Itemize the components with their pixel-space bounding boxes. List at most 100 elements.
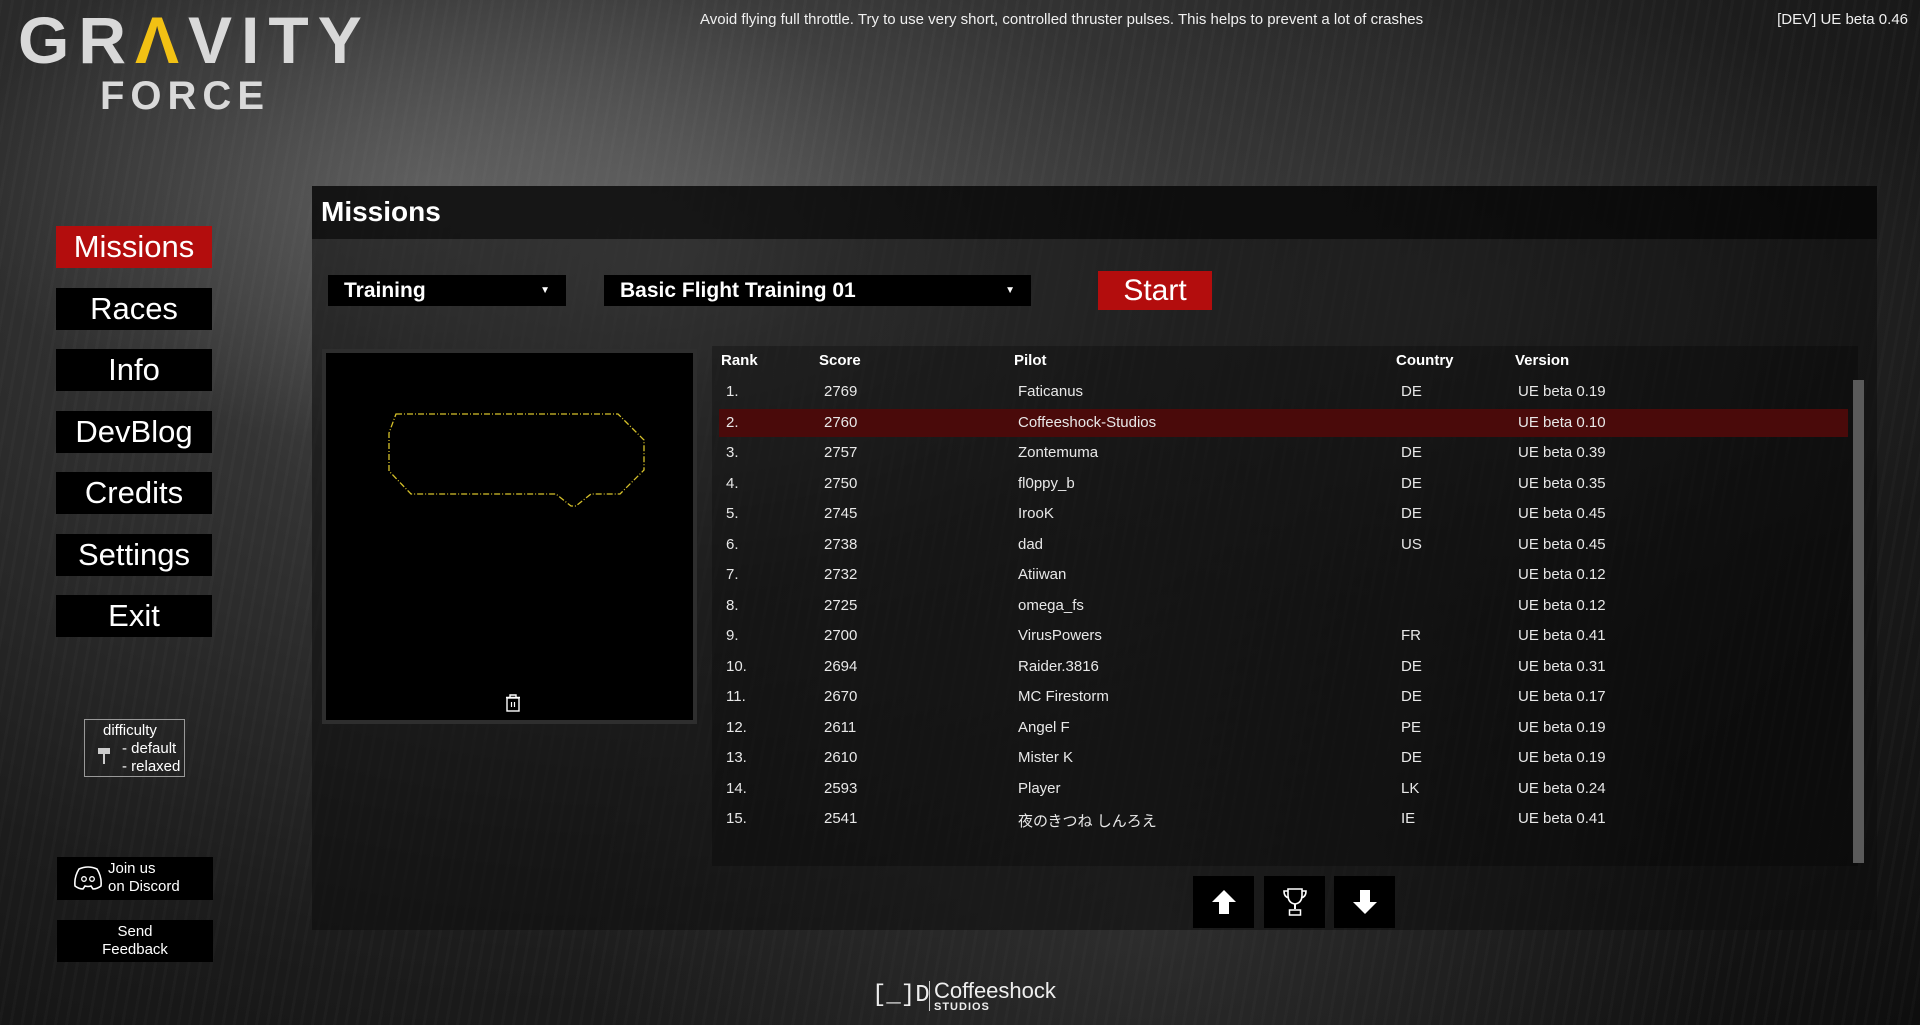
panel-header	[312, 186, 1877, 239]
studio-logo-divider	[929, 981, 930, 1011]
table-row[interactable]: 6. 2738 dad US UE beta 0.45	[719, 531, 1848, 559]
cell-pilot: Coffeeshock-Studios	[1018, 413, 1157, 431]
feedback-line2: Feedback	[102, 941, 168, 958]
cell-version: UE beta 0.35	[1518, 474, 1606, 492]
logo-a-glyph: Λ	[135, 3, 189, 77]
column-header-rank: Rank	[721, 352, 758, 369]
cell-pilot: Angel F	[1018, 718, 1070, 736]
cell-country: DE	[1401, 749, 1422, 766]
sidebar-item-settings[interactable]: Settings	[56, 533, 212, 576]
mission-dropdown[interactable]: Basic Flight Training 01 ▼	[604, 275, 1031, 306]
table-row[interactable]: 10. 2694 Raider.3816 DE UE beta 0.31	[719, 653, 1848, 681]
table-row[interactable]: 5. 2745 IrooK DE UE beta 0.45	[719, 500, 1848, 528]
cell-rank: 7.	[726, 566, 739, 583]
difficulty-toggle-stem	[103, 754, 105, 764]
cell-score: 2757	[824, 444, 858, 461]
table-row[interactable]: 7. 2732 Atiiwan UE beta 0.12	[719, 561, 1848, 589]
table-row[interactable]: 14. 2593 Player LK UE beta 0.24	[719, 775, 1848, 803]
cell-score: 2725	[824, 596, 858, 614]
scrollbar-thumb[interactable]	[1853, 380, 1864, 863]
cell-country: FR	[1401, 627, 1421, 644]
send-feedback-button[interactable]: Send Feedback	[57, 920, 213, 962]
cell-pilot: Faticanus	[1018, 383, 1084, 400]
cell-version: UE beta 0.19	[1518, 749, 1606, 766]
cell-score: 2732	[824, 566, 858, 583]
cell-country: DE	[1401, 444, 1422, 461]
cell-country: PE	[1401, 718, 1422, 736]
cell-pilot: VirusPowers	[1018, 627, 1102, 644]
table-row[interactable]: 13. 2610 Mister K DE UE beta 0.19	[719, 744, 1848, 772]
cell-country: IE	[1401, 810, 1416, 827]
sidebar-item-info[interactable]: Info	[56, 349, 212, 391]
hint-text: Avoid flying full throttle. Try to use v…	[700, 11, 1424, 28]
trophy-icon	[1282, 888, 1307, 916]
cell-country: US	[1401, 535, 1422, 553]
my-rank-button[interactable]	[1264, 876, 1325, 928]
sidebar-item-exit[interactable]: Exit	[56, 595, 212, 637]
cell-version: UE beta 0.12	[1518, 566, 1606, 583]
cell-score: 2769	[824, 383, 858, 400]
cell-version: UE beta 0.39	[1518, 444, 1606, 461]
cell-score: 2611	[824, 718, 857, 736]
scroll-down-button[interactable]	[1334, 876, 1395, 928]
cell-rank: 1.	[726, 383, 739, 400]
table-row[interactable]: 2. 2760 Coffeeshock-Studios UE beta 0.10	[719, 408, 1848, 437]
trash-icon[interactable]	[505, 694, 521, 712]
cell-version: UE beta 0.19	[1518, 718, 1606, 736]
discord-line1: Join us	[108, 860, 156, 877]
leaderboard-scrollbar[interactable]	[1853, 380, 1864, 863]
cell-version: UE beta 0.10	[1518, 413, 1606, 431]
column-header-pilot: Pilot	[1014, 352, 1047, 369]
cell-score: 2610	[824, 749, 858, 766]
cell-score: 2700	[824, 627, 858, 644]
cell-score: 2593	[824, 779, 858, 797]
table-row[interactable]: 15. 2541 夜のきつね しんろえ IE UE beta 0.41	[719, 805, 1848, 833]
sidebar-item-missions[interactable]: Missions	[56, 226, 212, 268]
cell-country: LK	[1401, 779, 1420, 797]
table-row[interactable]: 8. 2725 omega_fs UE beta 0.12	[719, 592, 1848, 620]
cell-rank: 11.	[726, 688, 746, 705]
cell-score: 2694	[824, 657, 858, 675]
cell-pilot: 夜のきつね しんろえ	[1018, 813, 1157, 830]
discord-line2: on Discord	[108, 878, 180, 895]
studio-logo: [_]D Coffeeshock STUDIOS	[872, 978, 1062, 1014]
sidebar-item-devblog[interactable]: DevBlog	[56, 410, 212, 453]
table-row[interactable]: 12. 2611 Angel F PE UE beta 0.19	[719, 714, 1848, 742]
scroll-up-button[interactable]	[1193, 876, 1254, 928]
cell-version: UE beta 0.17	[1518, 688, 1606, 705]
column-header-version: Version	[1515, 352, 1570, 369]
cell-rank: 2.	[726, 413, 739, 431]
table-row[interactable]: 3. 2757 Zontemuma DE UE beta 0.39	[719, 439, 1848, 467]
track-preview	[322, 349, 697, 724]
cell-rank: 3.	[726, 444, 739, 461]
table-row[interactable]: 11. 2670 MC Firestorm DE UE beta 0.17	[719, 683, 1848, 711]
chevron-down-icon: ▼	[1005, 285, 1015, 296]
table-row[interactable]: 9. 2700 VirusPowers FR UE beta 0.41	[719, 622, 1848, 650]
discord-button[interactable]: Join us on Discord	[57, 857, 213, 900]
chevron-down-icon: ▼	[540, 285, 550, 296]
cell-pilot: Mister K	[1018, 749, 1074, 766]
difficulty-box[interactable]: difficulty - default - relaxed	[84, 719, 185, 777]
cell-pilot: Player	[1018, 779, 1061, 797]
cell-rank: 12.	[726, 718, 747, 736]
version-label: [DEV] UE beta 0.46	[1777, 11, 1908, 28]
cell-pilot: MC Firestorm	[1018, 688, 1109, 705]
sidebar-item-races[interactable]: Races	[56, 287, 212, 330]
cell-rank: 8.	[726, 596, 739, 614]
cell-version: UE beta 0.31	[1518, 657, 1606, 675]
sidebar-item-credits[interactable]: Credits	[56, 472, 212, 514]
cell-pilot: IrooK	[1018, 505, 1054, 522]
start-button[interactable]: Start	[1098, 271, 1212, 310]
cell-score: 2745	[824, 505, 858, 522]
track-outline	[388, 413, 645, 507]
cell-pilot: dad	[1018, 535, 1044, 553]
category-dropdown[interactable]: Training ▼	[328, 275, 566, 306]
table-row[interactable]: 4. 2750 fl0ppy_b DE UE beta 0.35	[719, 470, 1848, 498]
cell-version: UE beta 0.41	[1518, 810, 1606, 827]
cell-pilot: omega_fs	[1018, 596, 1084, 614]
cell-version: UE beta 0.24	[1518, 779, 1606, 797]
table-row[interactable]: 1. 2769 Faticanus DE UE beta 0.19	[719, 378, 1848, 406]
cell-country: DE	[1401, 474, 1422, 492]
cell-score: 2541	[824, 810, 858, 827]
discord-icon	[74, 866, 102, 890]
